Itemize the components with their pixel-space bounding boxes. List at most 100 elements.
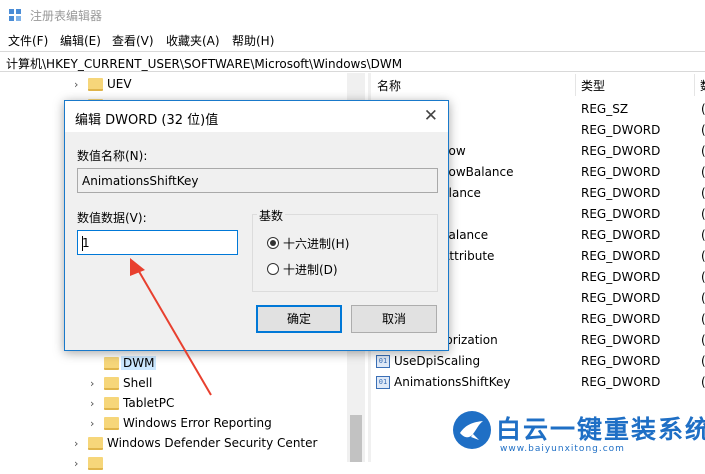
list-row[interactable]: 01 AnimationsShiftKey REG_DWORD ( [371,372,705,393]
tree-item-label: DWM [121,356,157,370]
row-type: REG_DWORD [581,123,661,137]
address-bar[interactable]: 计算机\HKEY_CURRENT_USER\SOFTWARE\Microsoft… [0,51,705,72]
value-data-text: 1 [82,236,90,250]
column-separator[interactable] [694,74,695,96]
menu-help[interactable]: 帮助(H) [232,32,274,49]
title-bar: 注册表编辑器 [0,0,705,30]
menu-file[interactable]: 文件(F) [8,32,48,49]
tree-item[interactable]: › Shell [0,374,340,394]
row-data: ( [701,312,705,326]
radio-selected-dot [270,240,276,246]
tree-scrollbar-thumb[interactable] [350,415,362,462]
row-type: REG_DWORD [581,207,661,221]
row-data: ( [701,354,705,368]
row-data: ( [701,123,705,137]
row-type: REG_DWORD [581,291,661,305]
watermark-url: www.baiyunxitong.com [500,444,625,454]
row-type: REG_DWORD [581,270,661,284]
window-title: 注册表编辑器 [30,9,103,23]
cancel-button[interactable]: 取消 [351,305,437,333]
chevron-right-icon[interactable]: › [74,437,78,450]
column-header-type[interactable]: 类型 [581,77,605,94]
tree-item-label: Windows Defender Security Center [107,436,318,450]
watermark-title: 白云一键重装系统 [496,415,705,444]
row-type: REG_DWORD [581,249,661,263]
registry-editor-icon [9,9,21,21]
tree-item-label: UEV [107,77,132,91]
chevron-right-icon[interactable]: › [90,397,94,410]
chevron-right-icon[interactable]: › [90,377,94,390]
folder-icon [88,78,103,91]
chevron-right-icon[interactable]: › [74,78,78,91]
folder-icon [104,397,119,410]
base-group-box [252,214,438,292]
tree-item[interactable]: › TabletPC [0,394,340,414]
row-type: REG_SZ [581,102,629,116]
row-type: REG_DWORD [581,375,661,389]
folder-icon [104,417,119,430]
row-type: REG_DWORD [581,228,661,242]
row-type: REG_DWORD [581,354,661,368]
row-data: ( [701,228,705,242]
radio-hexadecimal[interactable] [267,237,279,249]
menu-bar: 文件(F) 编辑(E) 查看(V) 收藏夹(A) 帮助(H) [0,30,705,50]
dialog-title-bar[interactable]: 编辑 DWORD (32 位)值 ✕ [65,101,448,132]
row-data: ( [701,291,705,305]
tree-item-dwm[interactable]: DWM [0,354,340,374]
dword-value-icon: 01 [376,376,390,389]
list-row[interactable]: 01 UseDpiScaling REG_DWORD ( [371,351,705,372]
folder-icon [104,377,119,390]
menu-edit[interactable]: 编辑(E) [60,32,101,49]
tree-item[interactable]: › [0,454,340,474]
tree-item-label: Windows Error Reporting [123,416,272,430]
row-data: ( [701,186,705,200]
value-name-label: 数值名称(N): [77,149,148,163]
row-name: AnimationsShiftKey [394,375,511,389]
menu-view[interactable]: 查看(V) [112,32,154,49]
radio-dec-label[interactable]: 十进制(D) [283,261,338,278]
edit-dword-dialog: 编辑 DWORD (32 位)值 ✕ 数值名称(N): AnimationsSh… [64,100,449,351]
row-name: UseDpiScaling [394,354,481,368]
ok-button[interactable]: 确定 [256,305,342,333]
row-data: ( [701,144,705,158]
row-data: ( [701,165,705,179]
tree-item-label: TabletPC [123,396,175,410]
value-data-label: 数值数据(V): [77,211,147,225]
row-data: ( [701,207,705,221]
row-type: REG_DWORD [581,186,661,200]
tree-item[interactable]: › Windows Error Reporting [0,414,340,434]
column-separator[interactable] [575,74,576,96]
column-header-name[interactable]: 名称 [377,77,401,94]
chevron-right-icon[interactable]: › [90,417,94,430]
close-icon[interactable]: ✕ [424,106,438,126]
folder-icon [104,357,119,370]
row-type: REG_DWORD [581,144,661,158]
tree-item-label: Shell [123,376,153,390]
dialog-title: 编辑 DWORD (32 位)值 [75,113,219,128]
text-caret [82,236,83,251]
value-data-input[interactable]: 1 [77,230,238,255]
row-type: REG_DWORD [581,165,661,179]
column-header-data[interactable]: 数 [700,77,705,94]
row-data: ( [701,270,705,284]
row-data: ( [701,375,705,389]
row-data: ( [701,102,705,116]
row-data: ( [701,249,705,263]
base-group-title: 基数 [257,207,286,224]
chevron-right-icon[interactable]: › [74,457,78,470]
tree-item[interactable]: › UEV [0,75,340,95]
address-path[interactable]: 计算机\HKEY_CURRENT_USER\SOFTWARE\Microsoft… [6,55,402,72]
value-name-field[interactable]: AnimationsShiftKey [77,168,438,193]
bird-logo-icon [453,411,491,449]
dword-value-icon: 01 [376,355,390,368]
watermark: 白云一键重装系统 www.baiyunxitong.com [452,408,705,462]
folder-icon [88,457,103,470]
folder-icon [88,437,103,450]
row-type: REG_DWORD [581,333,661,347]
row-type: REG_DWORD [581,312,661,326]
radio-decimal[interactable] [267,263,279,275]
radio-hex-label[interactable]: 十六进制(H) [283,235,349,252]
value-name-text: AnimationsShiftKey [82,174,199,188]
menu-favorites[interactable]: 收藏夹(A) [166,32,220,49]
tree-item[interactable]: › Windows Defender Security Center [0,434,340,454]
